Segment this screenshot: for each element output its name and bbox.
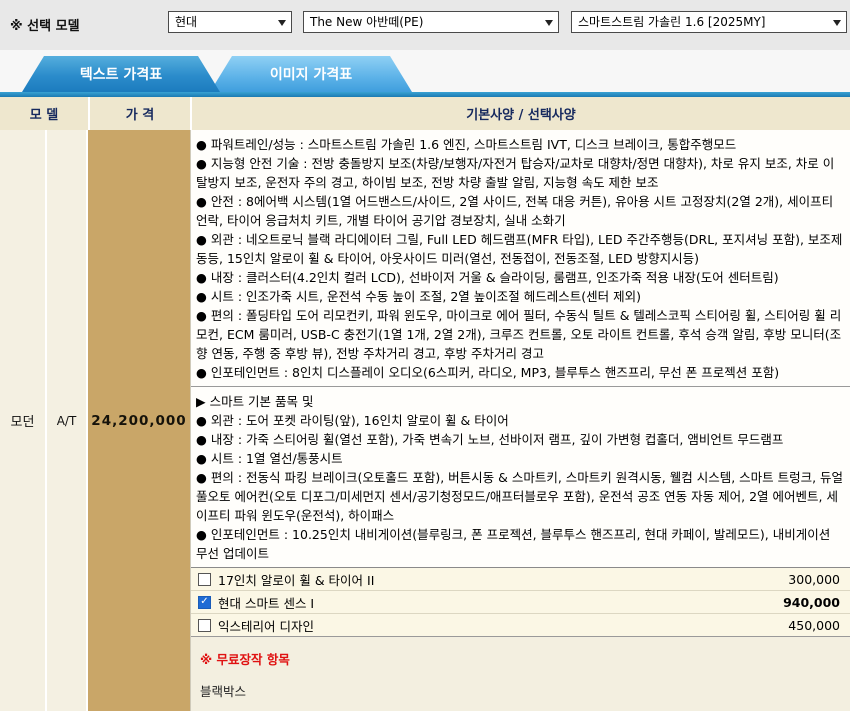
checkbox[interactable]: ✓ [198,596,211,609]
brand-dropdown[interactable]: 현대 [168,11,292,33]
select-model-label: ※ 선택 모델 [10,15,80,34]
spec-line: ● 편의 : 전동식 파킹 브레이크(오토홀드 포함), 버튼시동 & 스마트키… [196,468,844,525]
option-row-exterior-design[interactable]: ✓ 익스테리어 디자인 450,000 [191,614,850,637]
spec-line: ● 내장 : 클러스터(4.2인치 컬러 LCD), 선바이저 거울 & 슬라이… [196,268,844,287]
checkbox[interactable]: ✓ [198,573,211,586]
spec-line: ● 시트 : 1열 열선/통풍시트 [196,449,844,468]
package-spec-block: ▶ 스마트 기본 품목 및 ● 외관 : 도어 포켓 라이팅(앞), 16인치 … [191,387,850,568]
option-row-17inch-wheel[interactable]: ✓ 17인치 알로이 휠 & 타이어 II 300,000 [191,568,850,591]
tab-image-price-sheet[interactable]: 이미지 가격표 [210,56,412,92]
spec-line: ● 편의 : 폴딩타입 도어 리모컨키, 파워 윈도우, 마이크로 에어 필터,… [196,306,844,363]
spec-line: ● 지능형 안전 기술 : 전방 충돌방지 보조(차량/보행자/자전거 탑승자/… [196,154,844,192]
option-row-smart-sense[interactable]: ✓ 현대 스마트 센스 I 940,000 [191,591,850,614]
trim-dropdown[interactable]: 스마트스트림 가솔린 1.6 [2025MY] [571,11,847,33]
tab-strip: 텍스트 가격표 이미지 가격표 [0,50,850,92]
spec-line: ● 내장 : 가죽 스티어링 휠(열선 포함), 가죽 변속기 노브, 선바이저… [196,430,844,449]
price-cell: 24,200,000 [88,130,190,711]
spec-line: ▶ 스마트 기본 품목 및 [196,392,844,411]
chevron-down-icon [545,20,553,26]
trim-name-cell: 모던 [0,130,47,711]
option-list: ✓ 17인치 알로이 휠 & 타이어 II 300,000 ✓ 현대 스마트 센… [191,568,850,637]
chevron-down-icon [278,20,286,26]
spec-line: ● 시트 : 인조가죽 시트, 운전석 수동 높이 조절, 2열 높이조절 헤드… [196,287,844,306]
transmission-cell: A/T [47,130,88,711]
table-row: 모던 A/T 24,200,000 ● 파워트레인/성능 : 스마트스트림 가솔… [0,130,850,711]
column-header-model: 모 델 [0,97,90,130]
option-label: 현대 스마트 센스 I [218,593,783,612]
spec-line: ● 안전 : 8에어백 시스템(1열 어드밴스드/사이드, 2열 사이드, 전복… [196,192,844,230]
price-table: 모 델 가 격 기본사양 / 선택사양 모던 A/T 24,200,000 ● … [0,97,850,711]
spec-cell: ● 파워트레인/성능 : 스마트스트림 가솔린 1.6 엔진, 스마트스트림 I… [190,130,850,711]
base-spec-block: ● 파워트레인/성능 : 스마트스트림 가솔린 1.6 엔진, 스마트스트림 I… [191,130,850,387]
spec-line: ● 인포테인먼트 : 10.25인치 내비게이션(블루링크, 폰 프로젝션, 블… [196,525,844,563]
option-label: 17인치 알로이 휠 & 타이어 II [218,570,788,589]
model-dropdown-value: The New 아반떼(PE) [310,15,423,29]
option-price: 450,000 [788,618,840,633]
model-select-bar: ※ 선택 모델 현대 The New 아반떼(PE) 스마트스트림 가솔린 1.… [0,0,850,50]
column-header-price: 가 격 [90,97,192,130]
free-items-title: ※ 무료장작 항목 [200,649,840,668]
free-items-section: ※ 무료장작 항목 블랙박스 [191,637,850,711]
option-price: 300,000 [788,572,840,587]
chevron-down-icon [833,20,841,26]
check-icon: ✓ [200,597,208,607]
tab-text-price-sheet[interactable]: 텍스트 가격표 [22,56,220,92]
spec-line: ● 파워트레인/성능 : 스마트스트림 가솔린 1.6 엔진, 스마트스트림 I… [196,135,844,154]
table-header-row: 모 델 가 격 기본사양 / 선택사양 [0,97,850,130]
option-price: 940,000 [783,595,840,610]
free-item: 블랙박스 [200,681,840,700]
trim-dropdown-value: 스마트스트림 가솔린 1.6 [2025MY] [578,15,765,29]
option-label: 익스테리어 디자인 [218,616,788,635]
spec-line: ● 외관 : 도어 포켓 라이팅(앞), 16인치 알로이 휠 & 타이어 [196,411,844,430]
spec-line: ● 외관 : 네오트로닉 블랙 라디에이터 그릴, Full LED 헤드램프(… [196,230,844,268]
model-dropdown[interactable]: The New 아반떼(PE) [303,11,559,33]
checkbox[interactable]: ✓ [198,619,211,632]
brand-dropdown-value: 현대 [175,15,197,29]
spec-line: ● 인포테인먼트 : 8인치 디스플레이 오디오(6스피커, 라디오, MP3,… [196,363,844,382]
column-header-specs: 기본사양 / 선택사양 [192,97,850,130]
